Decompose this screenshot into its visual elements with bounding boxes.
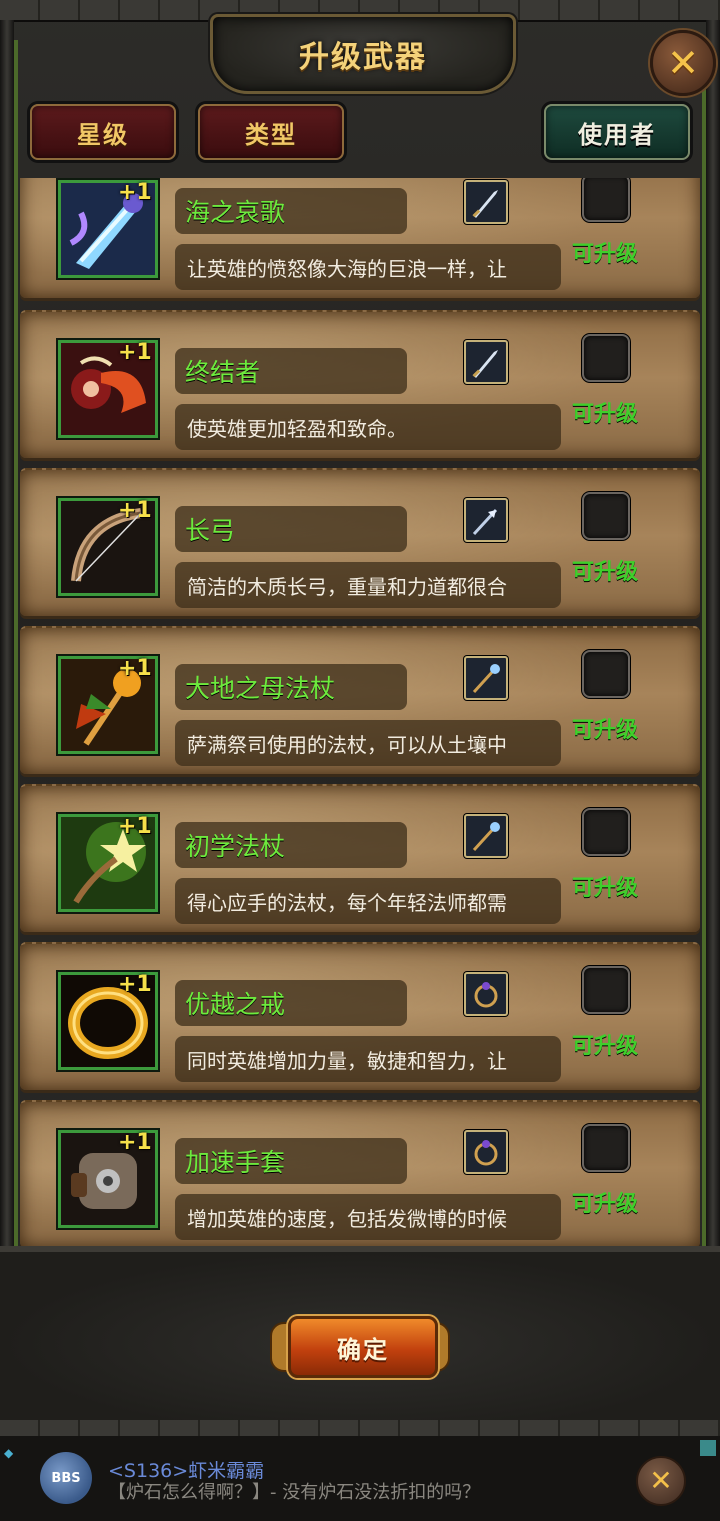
list-item[interactable]: +1 大地之母法杖 萨满祭司使用的法杖，可以从土壤中 可升级 xyxy=(20,626,700,774)
expand-triangle-icon[interactable]: ◆ xyxy=(4,1446,13,1460)
plus-badge: +1 xyxy=(118,340,152,365)
confirm-button-wrap: 确定 xyxy=(270,1316,450,1378)
list-item[interactable]: +1 海之哀歌 让英雄的愤怒像大海的巨浪一样，让 可升级 xyxy=(20,178,700,298)
item-name: 优越之戒 xyxy=(175,980,407,1026)
item-description: 萨满祭司使用的法杖，可以从土壤中 xyxy=(175,720,561,766)
filter-type-button[interactable]: 类型 xyxy=(198,104,344,160)
item-name: 加速手套 xyxy=(175,1138,407,1184)
upgradable-status: 可升级 xyxy=(572,1034,639,1059)
left-green-strip xyxy=(14,40,18,1410)
item-name: 大地之母法杖 xyxy=(175,664,407,710)
weapon-list[interactable]: +1 海之哀歌 让英雄的愤怒像大海的巨浪一样，让 可升级 +1 终结者 使英雄更… xyxy=(20,178,700,1246)
item-name: 海之哀歌 xyxy=(175,188,407,234)
select-checkbox[interactable] xyxy=(582,966,630,1014)
plus-badge: +1 xyxy=(118,656,152,681)
select-checkbox[interactable] xyxy=(582,650,630,698)
plus-badge: +1 xyxy=(118,814,152,839)
upgradable-status: 可升级 xyxy=(572,560,639,585)
bbs-badge[interactable]: BBS xyxy=(40,1452,92,1504)
item-name: 长弓 xyxy=(175,506,407,552)
select-checkbox[interactable] xyxy=(582,334,630,382)
plus-badge: +1 xyxy=(118,180,152,205)
item-name: 初学法杖 xyxy=(175,822,407,868)
item-description: 使英雄更加轻盈和致命。 xyxy=(175,404,561,450)
left-rail xyxy=(0,20,14,1420)
item-description: 得心应手的法杖，每个年轻法师都需 xyxy=(175,878,561,924)
filter-user-button[interactable]: 使用者 xyxy=(544,104,690,160)
title-plate: 升级武器 xyxy=(210,14,516,94)
select-checkbox[interactable] xyxy=(582,808,630,856)
close-x-icon: ✕ xyxy=(667,41,699,85)
chat-message: 【炉石怎么得啊？】- 没有炉石没法折扣的吗？ xyxy=(108,1482,481,1503)
list-item[interactable]: +1 终结者 使英雄更加轻盈和致命。 可升级 xyxy=(20,310,700,458)
sword-type-icon xyxy=(464,180,508,224)
item-name: 终结者 xyxy=(175,348,407,394)
ring-type-icon xyxy=(464,1130,508,1174)
plus-badge: +1 xyxy=(118,498,152,523)
select-checkbox[interactable] xyxy=(582,178,630,222)
right-green-strip xyxy=(702,40,706,1410)
list-item[interactable]: +1 优越之戒 同时英雄增加力量，敏捷和智力，让 可升级 xyxy=(20,942,700,1090)
staff-type-icon xyxy=(464,656,508,700)
item-description: 同时英雄增加力量，敏捷和智力，让 xyxy=(175,1036,561,1082)
staff-type-icon xyxy=(464,814,508,858)
plus-badge: +1 xyxy=(118,972,152,997)
plus-badge: +1 xyxy=(118,1130,152,1155)
item-description: 简洁的木质长弓，重量和力道都很合 xyxy=(175,562,561,608)
upgradable-status: 可升级 xyxy=(572,1192,639,1217)
bottom-border xyxy=(0,1420,720,1436)
sword-type-icon xyxy=(464,340,508,384)
select-checkbox[interactable] xyxy=(582,492,630,540)
item-description: 让英雄的愤怒像大海的巨浪一样，让 xyxy=(175,244,561,290)
select-checkbox[interactable] xyxy=(582,1124,630,1172)
close-chat-button[interactable]: ✕ xyxy=(636,1456,686,1506)
item-description: 增加英雄的速度，包括发微博的时候 xyxy=(175,1194,561,1240)
upgradable-status: 可升级 xyxy=(572,876,639,901)
play-icon[interactable] xyxy=(700,1440,716,1456)
close-x-icon: ✕ xyxy=(649,1464,673,1497)
upgradable-status: 可升级 xyxy=(572,402,639,427)
page-title: 升级武器 xyxy=(299,40,427,75)
list-item[interactable]: +1 初学法杖 得心应手的法杖，每个年轻法师都需 可升级 xyxy=(20,784,700,932)
close-button[interactable]: ✕ xyxy=(650,30,716,96)
list-item[interactable]: +1 长弓 简洁的木质长弓，重量和力道都很合 可升级 xyxy=(20,468,700,616)
ring-type-icon xyxy=(464,972,508,1016)
upgradable-status: 可升级 xyxy=(572,718,639,743)
confirm-button[interactable]: 确定 xyxy=(288,1316,438,1378)
filter-star-button[interactable]: 星级 xyxy=(30,104,176,160)
arrow-type-icon xyxy=(464,498,508,542)
upgradable-status: 可升级 xyxy=(572,242,639,267)
list-item[interactable]: +1 加速手套 增加英雄的速度，包括发微博的时候 可升级 xyxy=(20,1100,700,1246)
right-rail xyxy=(706,20,720,1420)
